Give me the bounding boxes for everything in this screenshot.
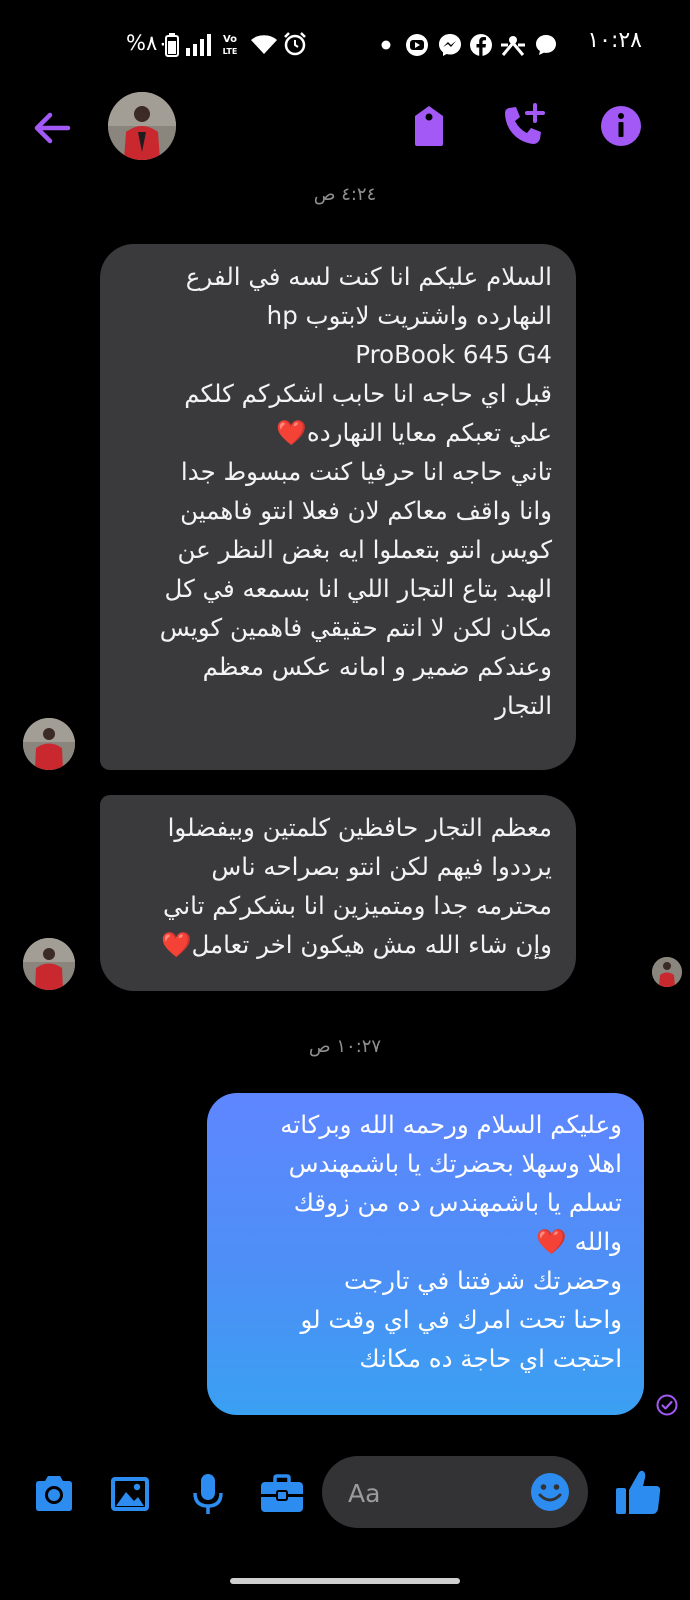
battery-icon xyxy=(165,33,179,57)
tag-icon[interactable] xyxy=(405,102,453,150)
status-time: ١٠:٢٨ xyxy=(587,28,642,53)
person-photo-icon xyxy=(652,957,682,987)
person-photo-icon xyxy=(23,938,75,990)
sender-avatar xyxy=(23,718,75,770)
outgoing-message[interactable]: وعليكم السلام ورحمه الله وبركاته اهلا وس… xyxy=(207,1093,644,1415)
briefcase-icon[interactable] xyxy=(258,1470,306,1518)
signal-icon xyxy=(186,34,211,56)
camera-icon[interactable] xyxy=(30,1470,78,1518)
youtube-icon xyxy=(406,34,428,56)
dot-icon xyxy=(381,40,391,50)
network-icon xyxy=(501,36,525,56)
volte-icon: Vo LTE xyxy=(223,34,238,56)
chat-icon xyxy=(536,35,556,55)
message-composer xyxy=(0,1448,690,1538)
alarm-icon xyxy=(284,32,306,56)
image-icon[interactable] xyxy=(106,1470,154,1518)
smiley-icon[interactable] xyxy=(528,1470,572,1514)
info-icon[interactable] xyxy=(597,102,645,150)
incoming-message[interactable]: السلام عليكم انا كنت لسه في الفرع النهار… xyxy=(100,244,576,770)
messenger-icon xyxy=(439,34,461,56)
facebook-icon xyxy=(470,34,492,57)
message-timestamp: ١٠:٢٧ ص xyxy=(308,1036,382,1057)
delivered-check-icon xyxy=(656,1394,678,1416)
sender-avatar xyxy=(23,938,75,990)
contact-avatar[interactable] xyxy=(108,92,176,160)
arrow-left-icon[interactable] xyxy=(30,106,74,150)
thumbs-up-icon[interactable] xyxy=(614,1466,666,1518)
wifi-icon xyxy=(251,35,277,54)
message-input[interactable] xyxy=(346,1472,520,1514)
person-photo-icon xyxy=(108,92,176,160)
person-photo-icon xyxy=(23,718,75,770)
conversation-header xyxy=(0,88,690,168)
microphone-icon[interactable] xyxy=(184,1470,232,1518)
home-indicator[interactable] xyxy=(230,1578,460,1584)
message-timestamp: ٤:٢٤ ص xyxy=(313,184,377,205)
incoming-message[interactable]: معظم التجار حافظين كلمتين وبيفضلوا يرددو… xyxy=(100,795,576,991)
svg-text:LTE: LTE xyxy=(223,47,238,56)
seen-receipt-avatar xyxy=(652,957,682,987)
battery-percentage: %٨٠ xyxy=(126,31,169,55)
status-bar: %٨٠ Vo LTE ١٠:٢٨ xyxy=(0,0,690,90)
add-call-icon[interactable] xyxy=(500,102,548,150)
svg-text:Vo: Vo xyxy=(223,34,237,45)
message-input-field[interactable] xyxy=(322,1456,588,1528)
